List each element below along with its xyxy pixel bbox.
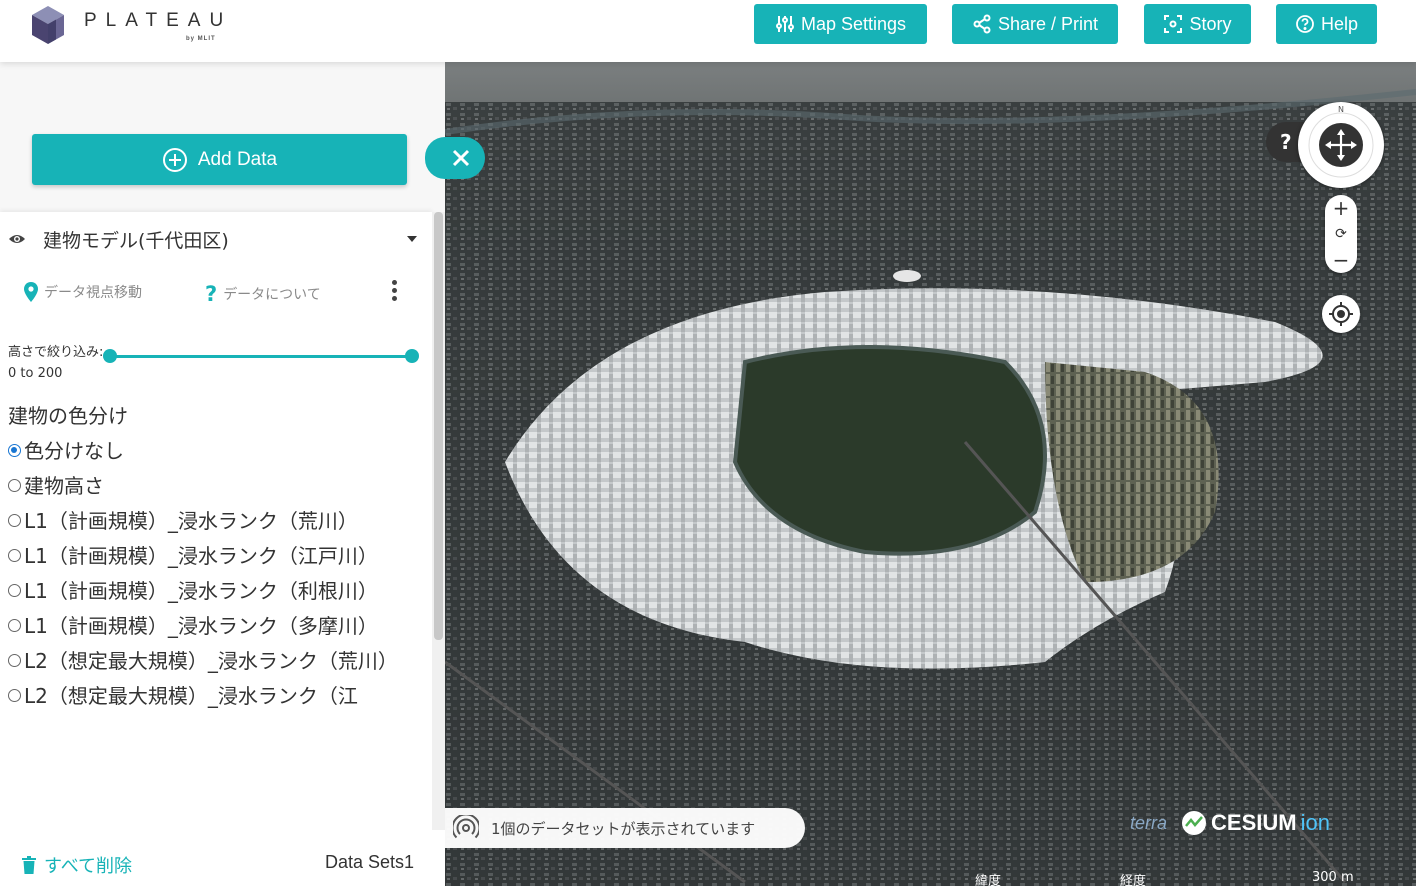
compass-control[interactable]: N xyxy=(1298,102,1384,188)
sliders-icon xyxy=(775,16,794,32)
color-scheme-heading: 建物の色分け xyxy=(8,404,128,428)
radio-button[interactable] xyxy=(8,444,21,457)
help-button[interactable]: Help xyxy=(1276,4,1377,44)
radio-button[interactable] xyxy=(8,514,21,527)
map-settings-button[interactable]: Map Settings xyxy=(754,4,927,44)
color-option[interactable]: 建物高さ xyxy=(8,469,423,504)
zoom-control: + ⟳ − xyxy=(1325,195,1357,273)
map-viewport[interactable] xyxy=(445,62,1416,886)
sidebar-top-area: Add Data xyxy=(0,62,445,212)
zoom-out-button[interactable]: − xyxy=(1325,247,1357,273)
crosshair-icon xyxy=(1329,302,1353,326)
radio-button[interactable] xyxy=(8,479,21,492)
scale-distance: 300 m xyxy=(1312,870,1354,885)
delete-all-label: すべて削除 xyxy=(44,856,133,877)
about-data-action[interactable]: ? データについて xyxy=(205,282,321,306)
map-pin-icon xyxy=(24,282,38,302)
ion-wordmark: ion xyxy=(1300,810,1330,835)
color-option-label: 建物高さ xyxy=(24,474,104,498)
fly-to-data-label: データ視点移動 xyxy=(44,285,142,301)
dataset-notice: 1個のデータセットが表示されています xyxy=(445,808,805,848)
color-option[interactable]: L1（計画規模）_浸水ランク（利根川） xyxy=(8,574,423,609)
share-icon xyxy=(973,14,991,34)
color-option[interactable]: L1（計画規模）_浸水ランク（多摩川） xyxy=(8,609,423,644)
compass-icon: N xyxy=(1308,105,1374,178)
aerial-3d-city-view[interactable] xyxy=(445,62,1416,886)
color-option-label: L1（計画規模）_浸水ランク（江戸川） xyxy=(24,544,378,568)
cesium-ion-logo: CESIUM ion xyxy=(1181,810,1330,836)
eye-icon[interactable] xyxy=(8,232,26,246)
my-location-button[interactable] xyxy=(1322,295,1360,333)
radio-button[interactable] xyxy=(8,689,21,702)
trash-icon xyxy=(22,856,36,874)
color-option[interactable]: 色分けなし xyxy=(8,434,423,469)
height-filter-max-handle[interactable] xyxy=(405,349,419,363)
latitude-label: 緯度 xyxy=(975,874,1002,886)
color-option-label: L2（想定最大規模）_浸水ランク（江 xyxy=(24,684,358,708)
color-option[interactable]: L2（想定最大規模）_浸水ランク（江 xyxy=(8,679,423,714)
question-icon: ? xyxy=(205,282,218,306)
close-panel-button[interactable] xyxy=(425,137,485,179)
terra-logo: terra xyxy=(1130,812,1168,833)
plateau-logo xyxy=(32,6,64,44)
chevron-down-icon[interactable] xyxy=(407,236,417,242)
dataset-panel: 建物モデル(千代田区) データ視点移動 ? データについて 高さで絞り込み: 0… xyxy=(0,212,432,830)
zoom-in-button[interactable]: + xyxy=(1325,195,1357,221)
broadcast-icon xyxy=(453,815,479,839)
height-filter-label: 高さで絞り込み: 0 to 200 xyxy=(8,345,104,381)
dataset-notice-text: 1個のデータセットが表示されています xyxy=(491,819,756,838)
sidebar-footer: すべて削除 Data Sets1 xyxy=(0,830,445,886)
compass-north-label: N xyxy=(1338,105,1344,114)
radio-button[interactable] xyxy=(8,584,21,597)
height-filter-min-handle[interactable] xyxy=(103,349,117,363)
more-options-icon[interactable] xyxy=(392,280,398,304)
cesium-wordmark: CESIUM xyxy=(1211,810,1297,835)
delete-all-button[interactable]: すべて削除 xyxy=(22,852,132,878)
share-print-button[interactable]: Share / Print xyxy=(952,4,1118,44)
color-option-label: L2（想定最大規模）_浸水ランク（荒川） xyxy=(24,649,398,673)
brand-subtitle: by MLIT xyxy=(186,36,216,42)
plus-circle-icon xyxy=(162,147,187,172)
share-print-label: Share / Print xyxy=(997,13,1099,34)
panel-scrollbar[interactable] xyxy=(432,212,445,830)
coordinate-scale-bar: 緯度 経度 300 m xyxy=(960,870,1416,886)
color-scheme-options: 色分けなし 建物高さ L1（計画規模）_浸水ランク（荒川） L1（計画規模）_浸… xyxy=(8,434,423,714)
longitude-label: 経度 xyxy=(1120,874,1147,886)
story-icon xyxy=(1164,15,1183,33)
radio-button[interactable] xyxy=(8,619,21,632)
add-data-button[interactable]: Add Data xyxy=(32,134,407,185)
color-option-label: L1（計画規模）_浸水ランク（利根川） xyxy=(24,579,378,603)
help-icon xyxy=(1296,15,1314,33)
color-option-label: L1（計画規模）_浸水ランク（荒川） xyxy=(24,509,358,533)
close-icon xyxy=(452,149,470,167)
dataset-title: 建物モデル(千代田区) xyxy=(43,230,229,252)
color-option-label: L1（計画規模）_浸水ランク（多摩川） xyxy=(24,614,378,638)
fly-to-data-action[interactable]: データ視点移動 xyxy=(24,282,142,302)
map-settings-label: Map Settings xyxy=(800,13,907,34)
about-data-label: データについて xyxy=(223,287,321,303)
story-button[interactable]: Story xyxy=(1144,4,1251,44)
radio-button[interactable] xyxy=(8,549,21,562)
map-credits: terra CESIUM ion xyxy=(1130,810,1330,836)
radio-button[interactable] xyxy=(8,654,21,667)
app-header: PLATEAU by MLIT Map Settings Share / Pri… xyxy=(0,0,1416,62)
cesium-logo-icon xyxy=(1182,811,1207,835)
color-option-label: 色分けなし xyxy=(24,439,124,463)
color-option[interactable]: L2（想定最大規模）_浸水ランク（荒川） xyxy=(8,644,423,679)
height-filter-track[interactable] xyxy=(110,355,412,358)
data-sets-count: Data Sets1 xyxy=(325,852,415,872)
zoom-reset-button[interactable]: ⟳ xyxy=(1325,221,1357,247)
dataset-header[interactable]: 建物モデル(千代田区) xyxy=(0,222,432,258)
brand-name: PLATEAU xyxy=(84,10,233,31)
scrollbar-thumb[interactable] xyxy=(434,212,443,640)
story-label: Story xyxy=(1189,13,1232,34)
help-label: Help xyxy=(1320,13,1359,34)
color-option[interactable]: L1（計画規模）_浸水ランク（江戸川） xyxy=(8,539,423,574)
add-data-label: Add Data xyxy=(197,148,278,170)
sidebar: Add Data 建物モデル(千代田区) データ視点移動 ? データについて 高… xyxy=(0,62,445,886)
color-option[interactable]: L1（計画規模）_浸水ランク（荒川） xyxy=(8,504,423,539)
